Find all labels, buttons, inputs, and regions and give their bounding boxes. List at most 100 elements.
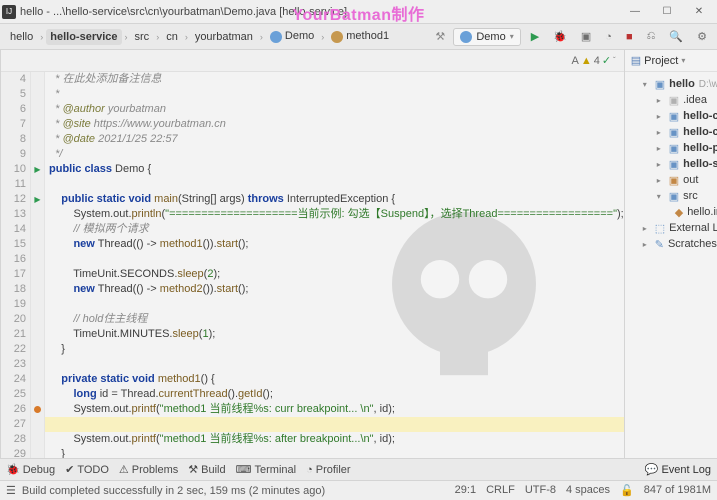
coverage-button[interactable]: ▣ [577, 29, 595, 44]
debug-button[interactable]: 🐞 [549, 29, 571, 44]
breadcrumb-item[interactable]: yourbatman [191, 29, 257, 45]
line-number[interactable]: 25 [1, 387, 26, 402]
code-line[interactable]: System.out.printf("method1 当前线程%s: after… [49, 432, 624, 447]
code-area[interactable]: * 在此处添加备注信息 * * @author yourbatman * @si… [45, 72, 624, 458]
code-line[interactable]: System.out.println("====================… [49, 207, 624, 222]
code-line[interactable]: */ [49, 147, 624, 162]
code-line[interactable]: * @author yourbatman [49, 102, 624, 117]
icon-gutter[interactable]: ▶▶ [31, 72, 45, 458]
run-config-selector[interactable]: Demo ▾ [453, 28, 520, 46]
line-gutter[interactable]: 4567891011121314151617181920212223242526… [1, 72, 31, 458]
tree-item[interactable]: ▸▣hello-persistence [629, 140, 717, 156]
code-line[interactable]: public class Demo { [49, 162, 624, 177]
line-number[interactable]: 20 [1, 312, 26, 327]
line-number[interactable]: 26 [1, 402, 26, 417]
gutter-slot[interactable] [31, 147, 44, 162]
search-button[interactable]: 🔍 [665, 29, 687, 44]
toolwindow-problems[interactable]: ⚠Problems [119, 463, 178, 476]
tree-item[interactable]: ▸▣hello-service [629, 156, 717, 172]
gutter-slot[interactable] [31, 402, 44, 417]
breadcrumb-item[interactable]: hello [6, 29, 37, 45]
toolwindow-profiler[interactable]: ◔Profiler [306, 463, 351, 476]
line-number[interactable]: 17 [1, 267, 26, 282]
code-line[interactable] [49, 177, 624, 192]
memory-indicator[interactable]: 847 of 1981M [644, 484, 711, 497]
gutter-slot[interactable] [31, 267, 44, 282]
hammer-icon[interactable]: ⚒ [433, 30, 447, 44]
gutter-slot[interactable] [31, 417, 44, 432]
code-line[interactable]: * @date 2021/1/25 22:57 [49, 132, 624, 147]
breadcrumb[interactable]: hello›hello-service›src›cn›yourbatman›De… [6, 28, 393, 44]
code-line[interactable]: TimeUnit.SECONDS.sleep(2); [49, 267, 624, 282]
line-number[interactable]: 18 [1, 282, 26, 297]
code-editor[interactable]: 4567891011121314151617181920212223242526… [1, 72, 624, 458]
line-number[interactable]: 5 [1, 87, 26, 102]
line-ending[interactable]: CRLF [486, 484, 515, 497]
line-number[interactable]: 7 [1, 117, 26, 132]
line-number[interactable]: 21 [1, 327, 26, 342]
lock-icon[interactable]: 🔓 [620, 484, 634, 497]
tree-root[interactable]: ▾▣hello D:\workspaces-work\test\hello [629, 76, 717, 92]
code-line[interactable] [45, 417, 624, 432]
code-line[interactable]: System.out.printf("method1 当前线程%s: curr … [49, 402, 624, 417]
toolwindow-terminal[interactable]: ⌨Terminal [236, 463, 296, 476]
tree-item[interactable]: ▸✎Scratches and Consoles [629, 236, 717, 252]
code-line[interactable]: private static void method1() { [49, 372, 624, 387]
line-number[interactable]: 10 [1, 162, 26, 177]
tree-item[interactable]: ▸▣hello-client [629, 108, 717, 124]
gutter-slot[interactable] [31, 327, 44, 342]
line-number[interactable]: 9 [1, 147, 26, 162]
code-line[interactable]: long id = Thread.currentThread().getId()… [49, 387, 624, 402]
line-number[interactable]: 23 [1, 357, 26, 372]
gutter-slot[interactable] [31, 237, 44, 252]
line-number[interactable]: 22 [1, 342, 26, 357]
project-view-selector[interactable]: ▤ Project ▾ [631, 54, 686, 67]
gutter-slot[interactable] [31, 447, 44, 458]
run-button[interactable]: ▶ [527, 29, 543, 44]
gutter-slot[interactable] [31, 387, 44, 402]
gutter-slot[interactable] [31, 372, 44, 387]
tree-item[interactable]: ▸▣hello-core [629, 124, 717, 140]
code-line[interactable]: } [49, 447, 624, 458]
breadcrumb-item[interactable]: src [131, 29, 154, 45]
gutter-slot[interactable] [31, 117, 44, 132]
line-number[interactable]: 11 [1, 177, 26, 192]
line-number[interactable]: 14 [1, 222, 26, 237]
line-number[interactable]: 6 [1, 102, 26, 117]
code-line[interactable]: TimeUnit.MINUTES.sleep(1); [49, 327, 624, 342]
gutter-slot[interactable] [31, 87, 44, 102]
gutter-slot[interactable] [31, 297, 44, 312]
code-line[interactable] [49, 297, 624, 312]
settings-button[interactable]: ⚙ [693, 29, 711, 44]
line-number[interactable]: 24 [1, 372, 26, 387]
status-icon[interactable]: ☰ [6, 484, 16, 497]
gutter-slot[interactable] [31, 102, 44, 117]
run-gutter-icon[interactable]: ▶ [34, 192, 40, 207]
gutter-slot[interactable] [31, 207, 44, 222]
code-line[interactable]: new Thread(() -> method1()).start(); [49, 237, 624, 252]
gutter-slot[interactable] [31, 222, 44, 237]
breadcrumb-item[interactable]: hello-service [46, 29, 121, 45]
tree-item[interactable]: ▸⬚External Libraries [629, 220, 717, 236]
stop-button[interactable]: ■ [622, 30, 637, 44]
line-number[interactable]: 19 [1, 297, 26, 312]
code-line[interactable]: * @site https://www.yourbatman.cn [49, 117, 624, 132]
code-line[interactable]: * 在此处添加备注信息 [49, 72, 624, 87]
event-log-button[interactable]: 💬 Event Log [645, 463, 711, 476]
window-close-button[interactable]: ✕ [683, 2, 715, 22]
line-number[interactable]: 8 [1, 132, 26, 147]
line-number[interactable]: 15 [1, 237, 26, 252]
gutter-slot[interactable] [31, 342, 44, 357]
inspection-widget[interactable]: A ▲ 4 ✓ ˇ [571, 54, 615, 67]
line-number[interactable]: 4 [1, 72, 26, 87]
run-gutter-icon[interactable]: ▶ [34, 162, 40, 177]
caret-position[interactable]: 29:1 [455, 484, 476, 497]
indent-setting[interactable]: 4 spaces [566, 484, 610, 497]
code-line[interactable]: } [49, 342, 624, 357]
gutter-slot[interactable]: ▶ [31, 192, 44, 207]
gutter-slot[interactable] [31, 252, 44, 267]
tree-item[interactable]: ▸▣.idea [629, 92, 717, 108]
code-line[interactable]: // 模拟两个请求 [49, 222, 624, 237]
project-tree[interactable]: ▾▣hello D:\workspaces-work\test\hello▸▣.… [625, 72, 717, 458]
code-line[interactable] [49, 357, 624, 372]
